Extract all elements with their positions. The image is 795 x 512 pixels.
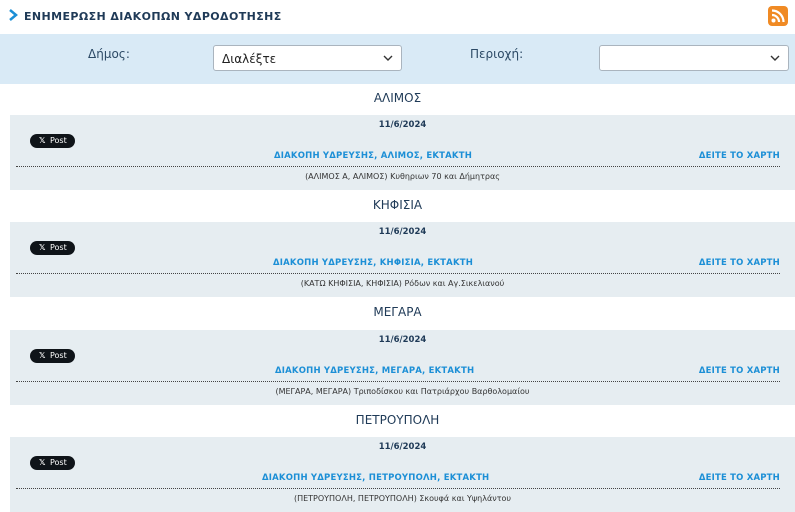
x-post-label: Post	[50, 243, 67, 252]
x-post-label: Post	[50, 136, 67, 145]
view-map-link[interactable]: ΔΕΙΤΕ ΤΟ ΧΑΡΤΗ	[10, 366, 780, 376]
divider	[16, 273, 780, 274]
x-icon: 𝕏	[39, 350, 46, 360]
chevron-right-icon	[9, 9, 18, 21]
outage-address: (ΑΛΙΜΟΣ Α, ΑΛΙΜΟΣ) Κυθηριων 70 και Δήμητ…	[305, 172, 500, 181]
municipality-select-value: Διαλέξτε	[222, 52, 277, 66]
outage-card: 11/6/2024 𝕏 Post ΔΙΑΚΟΠΗ ΥΔΡΕΥΣΗΣ, ΠΕΤΡΟ…	[10, 437, 795, 512]
municipality-label: Δήμος:	[88, 47, 130, 61]
x-post-label: Post	[50, 458, 67, 467]
area-label: Περιοχή:	[470, 47, 524, 61]
group-title: ΠΕΤΡΟΥΠΟΛΗ	[355, 413, 440, 427]
x-icon: 𝕏	[39, 457, 46, 467]
outage-date: 11/6/2024	[378, 442, 427, 452]
x-icon: 𝕏	[39, 135, 46, 145]
x-post-button[interactable]: 𝕏 Post	[30, 241, 75, 255]
outage-card: 11/6/2024 𝕏 Post ΔΙΑΚΟΠΗ ΥΔΡΕΥΣΗΣ, ΑΛΙΜΟ…	[10, 115, 795, 190]
outage-card: 11/6/2024 𝕏 Post ΔΙΑΚΟΠΗ ΥΔΡΕΥΣΗΣ, ΜΕΓΑΡ…	[10, 330, 795, 405]
area-select[interactable]	[599, 45, 789, 71]
outage-date: 11/6/2024	[378, 227, 427, 237]
x-icon: 𝕏	[39, 242, 46, 252]
group-title: ΑΛΙΜΟΣ	[373, 91, 422, 105]
x-post-label: Post	[50, 351, 67, 360]
group-title: ΜΕΓΑΡΑ	[373, 305, 422, 319]
x-post-button[interactable]: 𝕏 Post	[30, 456, 75, 470]
outage-date: 11/6/2024	[378, 120, 427, 130]
divider	[16, 488, 780, 489]
page-header: ΕΝΗΜΕΡΩΣΗ ΔΙΑΚΟΠΩΝ ΥΔΡΟΔΟΤΗΣΗΣ	[0, 0, 795, 34]
rss-icon[interactable]	[768, 6, 788, 26]
view-map-link[interactable]: ΔΕΙΤΕ ΤΟ ΧΑΡΤΗ	[10, 473, 780, 483]
municipality-select[interactable]: Διαλέξτε	[213, 45, 402, 71]
chevron-down-icon	[770, 55, 780, 61]
x-post-button[interactable]: 𝕏 Post	[30, 349, 75, 363]
outage-address: (ΚΑΤΩ ΚΗΦΙΣΙΑ, ΚΗΦΙΣΙΑ) Ρόδων και Αγ.Σικ…	[300, 279, 505, 288]
x-post-button[interactable]: 𝕏 Post	[30, 134, 75, 148]
view-map-link[interactable]: ΔΕΙΤΕ ΤΟ ΧΑΡΤΗ	[10, 258, 780, 268]
group-title: ΚΗΦΙΣΙΑ	[372, 198, 423, 212]
page-title: ΕΝΗΜΕΡΩΣΗ ΔΙΑΚΟΠΩΝ ΥΔΡΟΔΟΤΗΣΗΣ	[24, 10, 282, 23]
divider	[16, 166, 780, 167]
divider	[16, 381, 780, 382]
outage-address: (ΜΕΓΑΡΑ, ΜΕΓΑΡΑ) Τριποδίσκου και Πατριάρ…	[275, 387, 530, 396]
outage-date: 11/6/2024	[378, 335, 427, 345]
view-map-link[interactable]: ΔΕΙΤΕ ΤΟ ΧΑΡΤΗ	[10, 151, 780, 161]
outage-card: 11/6/2024 𝕏 Post ΔΙΑΚΟΠΗ ΥΔΡΕΥΣΗΣ, ΚΗΦΙΣ…	[10, 222, 795, 297]
filter-bar: Δήμος: Διαλέξτε Περιοχή:	[0, 34, 795, 84]
outage-address: (ΠΕΤΡΟΥΠΟΛΗ, ΠΕΤΡΟΥΠΟΛΗ) Σκουφά και Υψηλ…	[293, 494, 512, 503]
chevron-down-icon	[383, 55, 393, 61]
